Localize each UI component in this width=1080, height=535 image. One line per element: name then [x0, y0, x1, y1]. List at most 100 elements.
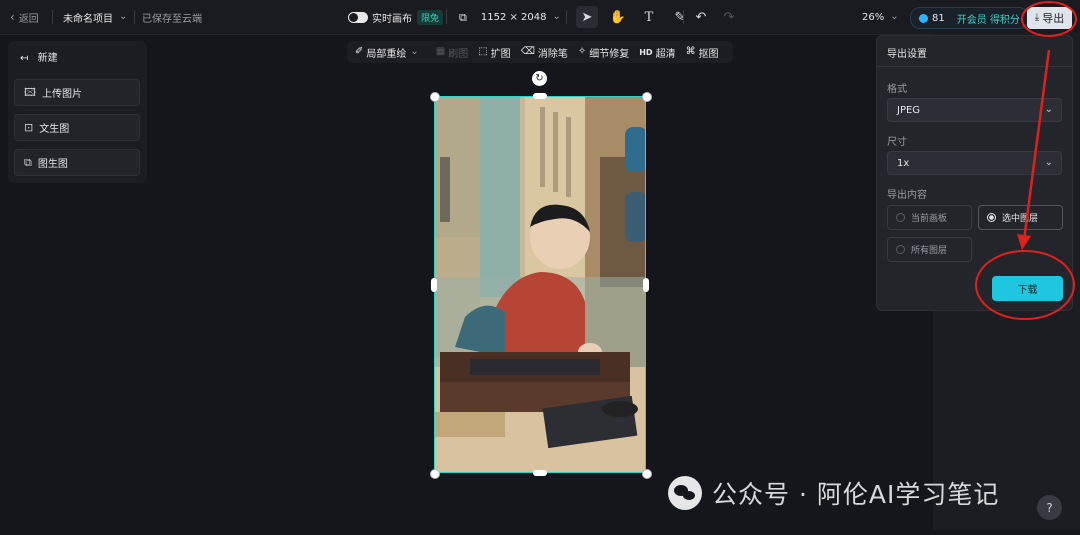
text-image-icon: ⊡: [24, 121, 34, 134]
resize-handle-bottom-right[interactable]: [642, 469, 652, 479]
export-label: 导出: [1042, 12, 1065, 25]
help-button[interactable]: ?: [1037, 495, 1062, 520]
hand-tool-icon[interactable]: ✋: [607, 6, 629, 28]
credit-count: 81: [932, 12, 945, 24]
option-label: 所有图层: [911, 246, 948, 256]
size-select[interactable]: 1x ⌄: [887, 151, 1062, 175]
inpaint-tool[interactable]: ✐ 局部重绘 ⌄: [355, 45, 422, 60]
detail-repair-label: 细节修复: [589, 48, 630, 60]
size-value: 1x: [897, 157, 910, 169]
back-button[interactable]: ‹ 返回: [10, 0, 39, 34]
download-button[interactable]: 下载: [992, 276, 1063, 301]
cutout-tool[interactable]: ⌘ 抠图: [686, 45, 719, 60]
new-header[interactable]: ↤ 新建: [20, 49, 58, 64]
credit-icon: [919, 13, 928, 23]
project-name: 未命名项目: [63, 13, 113, 25]
zoom-level: 26%: [862, 11, 885, 23]
back-label: 返回: [18, 13, 39, 25]
expand-icon: ⬚: [478, 46, 488, 57]
option-all-layers[interactable]: 所有图层: [887, 237, 972, 262]
free-badge: 限免: [417, 9, 444, 25]
resize-handle-right[interactable]: [643, 278, 649, 292]
watermark-text: 公众号 · 阿伦AI学习笔记: [712, 480, 1000, 509]
resize-handle-bottom-left[interactable]: [430, 469, 440, 479]
chevron-down-icon: ⌄: [1044, 157, 1053, 168]
size-label: 尺寸: [887, 137, 907, 148]
zoom-dropdown[interactable]: 26% ⌄: [862, 0, 899, 34]
brush-fill-tool[interactable]: ▦ 刷图: [436, 45, 468, 60]
image-upload-icon: 🖾: [24, 86, 36, 99]
inpaint-icon: ✐: [355, 46, 364, 57]
expand-tool[interactable]: ⬚ 扩图: [478, 45, 510, 60]
undo-icon[interactable]: ↶: [690, 6, 712, 28]
repair-icon: ✧: [577, 46, 587, 57]
image-to-image-label: 图生图: [37, 159, 68, 170]
text-tool-icon[interactable]: T: [638, 6, 660, 28]
format-select[interactable]: JPEG ⌄: [887, 98, 1062, 122]
eraser-icon: ⌫: [520, 46, 535, 57]
resize-handle-left[interactable]: [431, 278, 437, 292]
project-name-dropdown[interactable]: 未命名项目 ⌄: [63, 0, 127, 34]
divider: [877, 66, 1072, 67]
save-status: 已保存至云端: [142, 13, 202, 25]
export-button[interactable]: ⤓ 导出: [1027, 7, 1072, 29]
new-label: 新建: [37, 53, 58, 64]
chevron-down-icon: ⌄: [890, 11, 899, 22]
toggle-switch[interactable]: [348, 11, 368, 23]
upscale-tool[interactable]: HD 超清: [639, 45, 675, 60]
inpaint-label: 局部重绘: [366, 48, 407, 60]
upload-image-button[interactable]: 🖾 上传图片: [14, 79, 140, 106]
image-edit-toolbar: ✐ 局部重绘 ⌄ ▦ 刷图 ⬚ 扩图 ⌫ 消除笔 ✧ 细节修复 HD 超清 ⌘ …: [347, 41, 733, 63]
collapse-icon[interactable]: ↤: [20, 54, 28, 64]
top-bar: ‹ 返回 未命名项目 ⌄ 已保存至云端 实时画布 限免 ⧉ 1152 × 204…: [0, 0, 1080, 35]
export-settings-title: 导出设置: [887, 49, 927, 60]
download-icon: ⤓: [1034, 12, 1040, 23]
select-tool-icon[interactable]: ➤: [576, 6, 598, 28]
cutout-label: 抠图: [698, 48, 719, 60]
canvas-image[interactable]: [434, 96, 646, 473]
option-current-artboard[interactable]: 当前画板: [887, 205, 972, 230]
redo-icon[interactable]: ↷: [718, 6, 740, 28]
rotate-icon[interactable]: ↻: [532, 71, 547, 86]
brush-fill-label: 刷图: [448, 48, 469, 60]
credits-badge[interactable]: 81 开会员 得积分: [910, 7, 1029, 29]
resize-handle-top-right[interactable]: [642, 92, 652, 102]
chevron-down-icon: ⌄: [119, 11, 128, 22]
brush-fill-icon: ▦: [435, 46, 446, 57]
wechat-icon: [668, 476, 702, 510]
expand-label: 扩图: [490, 48, 511, 60]
realtime-label: 实时画布: [372, 13, 412, 25]
chevron-down-icon: ⌄: [552, 11, 561, 22]
radio-icon: [896, 213, 905, 222]
resize-handle-top-left[interactable]: [430, 92, 440, 102]
eraser-tool[interactable]: ⌫ 消除笔: [521, 45, 568, 60]
text-to-image-button[interactable]: ⊡ 文生图: [14, 114, 140, 141]
realtime-canvas-toggle[interactable]: 实时画布 限免: [348, 0, 444, 34]
child-calligraphy-painting: [435, 97, 645, 472]
canvas-size-dropdown[interactable]: ⧉ 1152 × 2048 ⌄: [459, 0, 561, 34]
canvas-size: 1152 × 2048: [480, 11, 547, 23]
radio-icon: [896, 245, 905, 254]
member-link[interactable]: 开会员 得积分: [957, 11, 1020, 26]
option-label: 选中图层: [1002, 214, 1039, 224]
format-label: 格式: [887, 84, 907, 95]
format-value: JPEG: [897, 104, 921, 116]
export-content-label: 导出内容: [887, 190, 927, 201]
text-to-image-label: 文生图: [39, 124, 70, 135]
upscale-label: 超清: [655, 48, 676, 60]
chevron-left-icon: ‹: [10, 10, 15, 24]
cutout-icon: ⌘: [685, 46, 696, 57]
upload-image-label: 上传图片: [41, 89, 82, 100]
export-settings-panel: 导出设置 格式 JPEG ⌄ 尺寸 1x ⌄ 导出内容 当前画板 选中图层 所有…: [876, 35, 1073, 311]
chevron-down-icon: ⌄: [410, 46, 419, 57]
image-to-image-button[interactable]: ⧉ 图生图: [14, 149, 140, 176]
resize-handle-bottom[interactable]: [533, 470, 547, 476]
resize-handle-top[interactable]: [533, 93, 547, 99]
detail-repair-tool[interactable]: ✧ 细节修复: [578, 45, 629, 60]
image-image-icon: ⧉: [24, 156, 32, 169]
option-selected-layer[interactable]: 选中图层: [978, 205, 1063, 230]
watermark: 公众号 · 阿伦AI学习笔记: [668, 474, 999, 512]
brush-tool-icon[interactable]: ✎: [669, 6, 691, 28]
option-label: 当前画板: [911, 214, 948, 224]
eraser-label: 消除笔: [537, 48, 568, 60]
